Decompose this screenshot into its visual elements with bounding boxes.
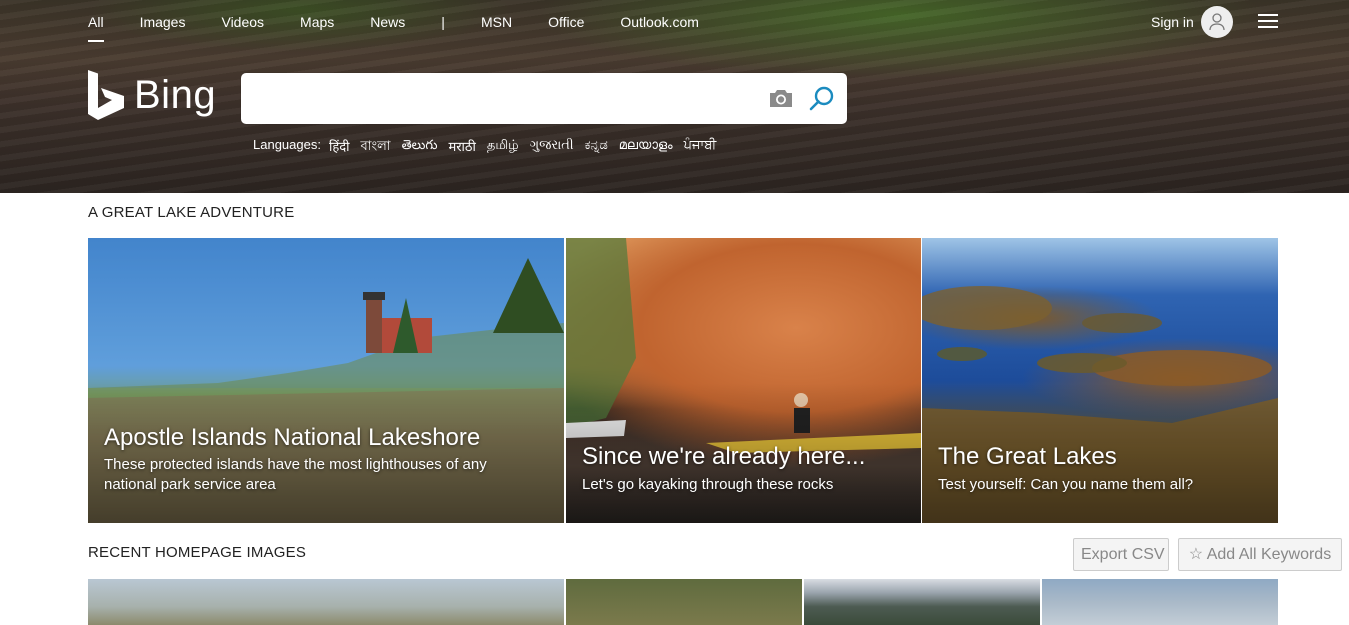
card-title: The Great Lakes	[938, 443, 1117, 470]
card-subtitle: These protected islands have the most li…	[104, 456, 487, 493]
nav-news[interactable]: News	[370, 14, 405, 34]
sign-in-link[interactable]: Sign in	[1151, 14, 1194, 30]
language-link[interactable]: বাংলা	[361, 137, 391, 158]
card-title: Apostle Islands National Lakeshore	[104, 424, 481, 451]
language-link[interactable]: मराठी	[448, 137, 475, 158]
recent-section-title: RECENT HOMEPAGE IMAGES	[88, 544, 307, 561]
recent-image-thumbnail[interactable]	[566, 579, 802, 625]
camera-icon[interactable]	[768, 87, 794, 114]
search-box	[241, 73, 847, 124]
featured-card[interactable]: Since we're already here... Let's go kay…	[566, 238, 921, 523]
add-all-keywords-label: Add All Keywords	[1206, 546, 1332, 563]
language-link[interactable]: தமிழ்	[487, 137, 519, 158]
user-icon[interactable]	[1201, 6, 1233, 38]
languages-label: Languages:	[253, 137, 321, 152]
recent-image-thumbnail[interactable]	[804, 579, 1040, 625]
featured-section-title: A GREAT LAKE ADVENTURE	[88, 204, 295, 221]
add-all-keywords-button[interactable]: ☆ Add All Keywords	[1178, 538, 1342, 571]
featured-card[interactable]: The Great Lakes Test yourself: Can you n…	[922, 238, 1278, 523]
export-csv-button[interactable]: Export CSV	[1073, 538, 1169, 571]
nav-msn[interactable]: MSN	[481, 14, 512, 34]
nav-maps[interactable]: Maps	[300, 14, 334, 34]
nav-images[interactable]: Images	[140, 14, 186, 34]
star-icon: ☆	[1188, 546, 1204, 563]
language-link[interactable]: മലയാളം	[619, 137, 673, 158]
language-link[interactable]: हिंदी	[329, 137, 350, 158]
bing-logo-icon	[88, 70, 124, 120]
hamburger-menu-icon[interactable]	[1258, 14, 1278, 30]
card-title: Since we're already here...	[582, 443, 866, 470]
language-link[interactable]: ગુજરાતી	[530, 137, 574, 158]
nav-all[interactable]: All	[88, 14, 104, 42]
recent-image-thumbnail[interactable]	[1042, 579, 1278, 625]
card-subtitle: Let's go kayaking through these rocks	[582, 476, 834, 493]
nav-videos[interactable]: Videos	[221, 14, 264, 34]
logo-text: Bing	[134, 72, 217, 117]
language-link[interactable]: ਪੰਜਾਬੀ	[684, 137, 717, 158]
card-subtitle: Test yourself: Can you name them all?	[938, 476, 1194, 493]
search-icon[interactable]	[808, 85, 836, 118]
nav-office[interactable]: Office	[548, 14, 584, 34]
language-link[interactable]: తెలుగు	[402, 137, 438, 158]
featured-card[interactable]: Apostle Islands National Lakeshore These…	[88, 238, 564, 523]
top-nav: All Images Videos Maps News | MSN Office…	[88, 14, 735, 42]
languages-bar: Languages: हिंदी বাংলা తెలుగు मराठी தமிழ…	[253, 137, 727, 158]
search-input[interactable]	[255, 85, 755, 111]
bing-logo[interactable]: Bing	[88, 70, 216, 120]
nav-separator: |	[441, 14, 445, 30]
recent-image-thumbnail[interactable]	[88, 579, 564, 625]
language-link[interactable]: ಕನ್ನಡ	[585, 137, 608, 158]
nav-outlook[interactable]: Outlook.com	[620, 14, 699, 34]
